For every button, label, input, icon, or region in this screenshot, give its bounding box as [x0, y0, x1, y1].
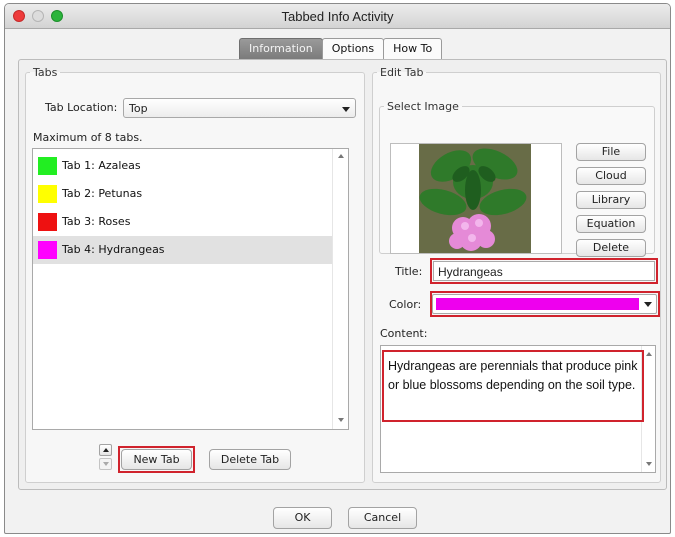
tab-list-item[interactable]: Tab 3: Roses	[33, 208, 333, 236]
tabs-group-legend: Tabs	[33, 66, 58, 79]
edit-tab-group-legend: Edit Tab	[380, 66, 424, 79]
content-scrollbar[interactable]	[641, 346, 655, 472]
move-tab-up-button[interactable]	[99, 444, 112, 456]
new-tab-button[interactable]: New Tab	[121, 449, 192, 470]
color-field-label: Color:	[389, 298, 422, 311]
edit-tab-group: Edit Tab Select Image File Cloud Library…	[372, 66, 661, 483]
scroll-down-arrow-icon[interactable]	[646, 462, 652, 466]
tab-options[interactable]: Options	[321, 38, 385, 59]
tabs-group: Tabs Tab Location: Top Maximum of 8 tabs…	[25, 66, 365, 483]
tab-list-item[interactable]: Tab 2: Petunas	[33, 180, 333, 208]
tab-list: Tab 1: Azaleas Tab 2: Petunas Tab 3: Ros…	[32, 148, 349, 430]
select-image-group: Select Image File Cloud Library Equation…	[379, 100, 655, 257]
tab-list-item[interactable]: Tab 1: Azaleas	[33, 152, 333, 180]
tab-location-select[interactable]: Top	[123, 98, 356, 118]
scroll-up-arrow-icon[interactable]	[646, 352, 652, 356]
tab-list-item[interactable]: Tab 4: Hydrangeas	[33, 236, 333, 264]
title-bar: Tabbed Info Activity	[5, 4, 670, 29]
cancel-button[interactable]: Cancel	[348, 507, 417, 529]
color-swatch	[38, 213, 57, 231]
tab-list-item-label: Tab 4: Hydrangeas	[62, 243, 165, 256]
tab-list-item-label: Tab 3: Roses	[62, 215, 131, 228]
tab-information[interactable]: Information	[239, 38, 323, 59]
content-field-label: Content:	[380, 327, 428, 340]
tab-location-label: Tab Location:	[45, 101, 118, 114]
information-tab-panel: Tabs Tab Location: Top Maximum of 8 tabs…	[18, 59, 667, 490]
scroll-down-arrow-icon[interactable]	[338, 418, 344, 422]
color-swatch	[38, 241, 57, 259]
dropdown-arrow-icon	[644, 302, 652, 307]
library-button[interactable]: Library	[576, 191, 646, 209]
dropdown-arrow-icon	[342, 107, 350, 112]
content-text: Hydrangeas are perennials that produce p…	[388, 359, 638, 392]
delete-tab-button[interactable]: Delete Tab	[209, 449, 291, 470]
dialog-window: Tabbed Info Activity Information Options…	[4, 3, 671, 534]
window-title: Tabbed Info Activity	[281, 9, 394, 24]
max-tabs-note: Maximum of 8 tabs.	[33, 131, 143, 144]
cloud-button[interactable]: Cloud	[576, 167, 646, 185]
arrow-up-icon	[103, 448, 109, 452]
select-image-legend: Select Image	[387, 100, 459, 113]
content-textarea[interactable]: Hydrangeas are perennials that produce p…	[380, 345, 656, 473]
color-swatch	[38, 157, 57, 175]
tab-bar: Information Options How To	[239, 38, 443, 60]
title-field-label: Title:	[395, 265, 423, 278]
tab-list-scrollbar[interactable]	[332, 149, 348, 429]
tab-list-item-label: Tab 2: Petunas	[62, 187, 143, 200]
color-select[interactable]	[432, 294, 657, 314]
tab-location-value: Top	[129, 102, 148, 115]
color-preview-swatch	[436, 298, 639, 310]
file-button[interactable]: File	[576, 143, 646, 161]
move-tab-down-button[interactable]	[99, 458, 112, 470]
ok-button[interactable]: OK	[273, 507, 332, 529]
delete-image-button[interactable]: Delete	[576, 239, 646, 257]
tab-list-item-label: Tab 1: Azaleas	[62, 159, 141, 172]
hydrangea-image	[419, 144, 531, 253]
title-input[interactable]: Hydrangeas	[433, 261, 655, 281]
tab-how-to[interactable]: How To	[383, 38, 443, 59]
color-swatch	[38, 185, 57, 203]
equation-button[interactable]: Equation	[576, 215, 646, 233]
arrow-down-icon	[103, 462, 109, 466]
selected-image-frame[interactable]	[390, 143, 562, 254]
scroll-up-arrow-icon[interactable]	[338, 154, 344, 158]
